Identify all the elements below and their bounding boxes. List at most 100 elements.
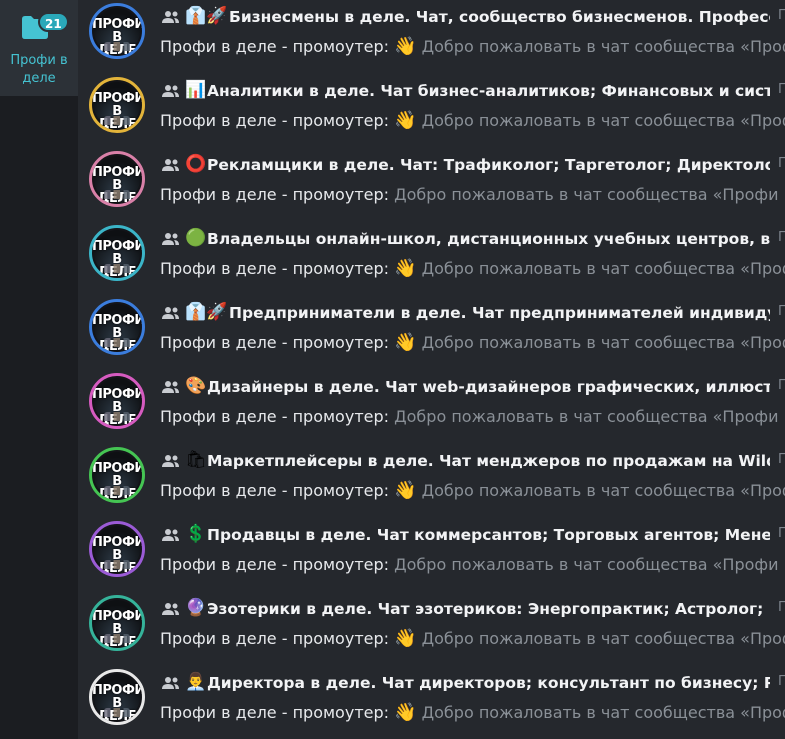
chat-avatar: ПРОФИВ ДЕЛЕ xyxy=(89,77,145,133)
message-sender: Профи в деле - промоутер: xyxy=(160,111,390,130)
chat-title: Эзотерики в деле. Чат эзотериков: Энерго… xyxy=(207,600,770,618)
waving-hand-emoji: 👋 xyxy=(394,36,417,57)
group-icon xyxy=(162,677,179,689)
message-preview: Добро пожаловать в чат сообщества «Профи… xyxy=(421,111,785,130)
chat-list: ПРОФИВ ДЕЛЕ 👔🚀 Бизнесмены в деле. Чат, с… xyxy=(78,0,785,739)
chat-title: Предприниматели в деле. Чат предпринимат… xyxy=(229,304,770,322)
avatar-logo: ПРОФИВ ДЕЛЕ xyxy=(92,609,145,648)
chat-last-message: Профи в деле - промоутер: 👋 Добро пожало… xyxy=(160,702,785,724)
chat-row[interactable]: ПРОФИВ ДЕЛЕ 🎨 Дизайнеры в деле. Чат web-… xyxy=(78,370,785,444)
avatar-logo: ПРОФИВ ДЕЛЕ xyxy=(92,535,145,574)
avatar-logo: ПРОФИВ ДЕЛЕ xyxy=(92,165,145,204)
chat-meta: Г xyxy=(778,230,785,245)
chat-row[interactable]: ПРОФИВ ДЕЛЕ 🛍 Маркетплейсеры в деле. Чат… xyxy=(78,444,785,518)
chat-row[interactable]: ПРОФИВ ДЕЛЕ 💲 Продавцы в деле. Чат комме… xyxy=(78,518,785,592)
chat-avatar: ПРОФИВ ДЕЛЕ xyxy=(89,225,145,281)
message-preview: Добро пожаловать в чат сообщества «Профи… xyxy=(394,555,785,574)
chat-row[interactable]: ПРОФИВ ДЕЛЕ 👨‍💼 Директора в деле. Чат ди… xyxy=(78,666,785,739)
message-sender: Профи в деле - промоутер: xyxy=(160,555,390,574)
chat-row[interactable]: ПРОФИВ ДЕЛЕ 🔮 Эзотерики в деле. Чат эзот… xyxy=(78,592,785,666)
chat-avatar: ПРОФИВ ДЕЛЕ xyxy=(89,447,145,503)
group-icon xyxy=(162,603,179,615)
chat-last-message: Профи в деле - промоутер: Добро пожалова… xyxy=(160,184,785,206)
waving-hand-emoji: 👋 xyxy=(394,332,417,353)
avatar-logo: ПРОФИВ ДЕЛЕ xyxy=(92,239,145,278)
avatar-logo: ПРОФИВ ДЕЛЕ xyxy=(92,91,145,130)
message-sender: Профи в деле - промоутер: xyxy=(160,629,390,648)
avatar-logo: ПРОФИВ ДЕЛЕ xyxy=(92,17,145,56)
chat-meta: Г xyxy=(778,600,785,615)
chat-emoji: 🔮 xyxy=(185,598,207,618)
group-icon xyxy=(162,159,179,171)
chat-meta: Г xyxy=(778,8,785,23)
chat-emoji: ⭕ xyxy=(185,154,207,174)
unread-count-badge: 21 xyxy=(38,12,69,32)
chat-title: Директора в деле. Чат директоров; консул… xyxy=(207,674,770,692)
chat-emoji: 👨‍💼 xyxy=(185,672,207,692)
avatar-logo: ПРОФИВ ДЕЛЕ xyxy=(92,683,145,722)
message-sender: Профи в деле - промоутер: xyxy=(160,481,390,500)
message-preview: Добро пожаловать в чат сообщества «Профи… xyxy=(394,185,785,204)
group-icon xyxy=(162,85,179,97)
group-icon xyxy=(162,529,179,541)
chat-avatar: ПРОФИВ ДЕЛЕ xyxy=(89,595,145,651)
avatar-logo: ПРОФИВ ДЕЛЕ xyxy=(92,461,145,500)
avatar-logo: ПРОФИВ ДЕЛЕ xyxy=(92,313,145,352)
chat-last-message: Профи в деле - промоутер: Добро пожалова… xyxy=(160,406,785,428)
message-preview: Добро пожаловать в чат сообщества «Профи… xyxy=(394,407,785,426)
group-icon xyxy=(162,381,179,393)
message-preview: Добро пожаловать в чат сообщества «Профи… xyxy=(421,259,785,278)
waving-hand-emoji: 👋 xyxy=(394,702,417,723)
chat-emoji: 🎨 xyxy=(185,376,207,396)
chat-avatar: ПРОФИВ ДЕЛЕ xyxy=(89,521,145,577)
message-sender: Профи в деле - промоутер: xyxy=(160,703,390,722)
chat-emoji: 👔🚀 xyxy=(185,302,228,322)
chat-avatar: ПРОФИВ ДЕЛЕ xyxy=(89,373,145,429)
chat-meta: Г xyxy=(778,82,785,97)
message-preview: Добро пожаловать в чат сообщества «Профи… xyxy=(421,481,785,500)
chat-last-message: Профи в деле - промоутер: 👋 Добро пожало… xyxy=(160,628,785,650)
message-preview: Добро пожаловать в чат сообщества «Профи… xyxy=(421,333,785,352)
chat-meta: Г xyxy=(778,674,785,689)
chat-meta: Г xyxy=(778,156,785,171)
folder-profi-v-dele[interactable]: 21 Профи в деле xyxy=(0,0,78,96)
chat-meta: Г xyxy=(778,304,785,319)
waving-hand-emoji: 👋 xyxy=(394,258,417,279)
chat-row[interactable]: ПРОФИВ ДЕЛЕ 📊 Аналитики в деле. Чат бизн… xyxy=(78,74,785,148)
chat-avatar: ПРОФИВ ДЕЛЕ xyxy=(89,299,145,355)
chat-avatar: ПРОФИВ ДЕЛЕ xyxy=(89,3,145,59)
chat-emoji: 🟢 xyxy=(185,228,207,248)
chat-emoji: 🛍 xyxy=(185,450,207,470)
message-preview: Добро пожаловать в чат сообщества «Профи… xyxy=(421,629,785,648)
chat-title: Дизайнеры в деле. Чат web-дизайнеров гра… xyxy=(207,378,770,396)
message-sender: Профи в деле - промоутер: xyxy=(160,37,390,56)
chat-title: Продавцы в деле. Чат коммерсантов; Торго… xyxy=(207,526,770,544)
chat-row[interactable]: ПРОФИВ ДЕЛЕ ⭕ Рекламщики в деле. Чат: Тр… xyxy=(78,148,785,222)
message-preview: Добро пожаловать в чат сообщества «Профи… xyxy=(421,703,785,722)
chat-last-message: Профи в деле - промоутер: 👋 Добро пожало… xyxy=(160,332,785,354)
group-icon xyxy=(162,307,179,319)
chat-title: Аналитики в деле. Чат бизнес-аналитиков;… xyxy=(207,82,770,100)
avatar-logo: ПРОФИВ ДЕЛЕ xyxy=(92,387,145,426)
message-preview: Добро пожаловать в чат сообщества «Профи… xyxy=(421,37,785,56)
chat-meta: Г xyxy=(778,526,785,541)
chat-row[interactable]: ПРОФИВ ДЕЛЕ 🟢 Владельцы онлайн-школ, дис… xyxy=(78,222,785,296)
waving-hand-emoji: 👋 xyxy=(394,480,417,501)
chat-last-message: Профи в деле - промоутер: 👋 Добро пожало… xyxy=(160,110,785,132)
group-icon xyxy=(162,455,179,467)
chat-row[interactable]: ПРОФИВ ДЕЛЕ 👔🚀 Бизнесмены в деле. Чат, с… xyxy=(78,0,785,74)
chat-last-message: Профи в деле - промоутер: 👋 Добро пожало… xyxy=(160,480,785,502)
chat-meta: Г xyxy=(778,378,785,393)
chat-title: Маркетплейсеры в деле. Чат менджеров по … xyxy=(207,452,770,470)
chat-emoji: 💲 xyxy=(185,524,207,544)
waving-hand-emoji: 👋 xyxy=(394,110,417,131)
chat-last-message: Профи в деле - промоутер: Добро пожалова… xyxy=(160,554,785,576)
group-icon xyxy=(162,11,179,23)
chat-row[interactable]: ПРОФИВ ДЕЛЕ 👔🚀 Предприниматели в деле. Ч… xyxy=(78,296,785,370)
chat-emoji: 👔🚀 xyxy=(185,6,228,26)
chat-meta: Г xyxy=(778,452,785,467)
chat-last-message: Профи в деле - промоутер: 👋 Добро пожало… xyxy=(160,258,785,280)
chat-title: Рекламщики в деле. Чат: Трафиколог; Тарг… xyxy=(207,156,770,174)
message-sender: Профи в деле - промоутер: xyxy=(160,333,390,352)
folders-sidebar: 21 Профи в деле xyxy=(0,0,78,739)
